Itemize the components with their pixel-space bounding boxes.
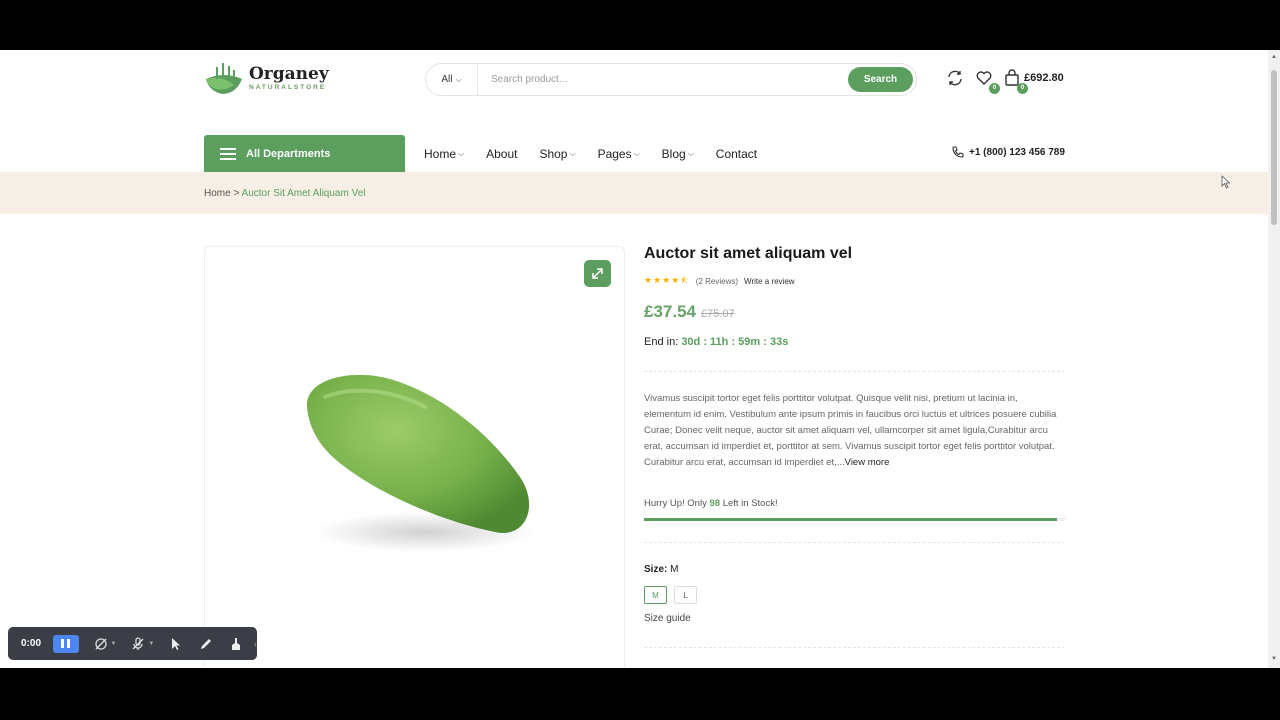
product-description: Vivamus suscipit tortor eget felis portt… xyxy=(644,391,1065,471)
cart-button[interactable]: 0 xyxy=(1003,69,1028,94)
wishlist-count-badge: 0 xyxy=(989,83,1000,94)
nav-item-home[interactable]: Home ⌵ xyxy=(424,147,464,161)
hamburger-menu-icon xyxy=(220,147,236,160)
chevron-down-icon: ⌵ xyxy=(458,148,465,158)
scroll-down-arrow-icon[interactable]: ▼ xyxy=(1271,656,1277,662)
nav-item-label: Blog xyxy=(661,146,686,161)
breadcrumb-separator: > xyxy=(233,188,240,199)
eraser-icon[interactable] xyxy=(228,636,244,652)
logo[interactable]: Organey NATURALSTORE xyxy=(204,61,329,95)
view-more-link[interactable]: View more xyxy=(845,457,890,468)
chevron-down-icon[interactable]: ▼ xyxy=(148,641,154,647)
chevron-down-icon: ⌵ xyxy=(687,148,694,158)
nav-item-blog[interactable]: Blog ⌵ xyxy=(662,147,694,161)
search-category-select[interactable]: All ⌵ xyxy=(426,64,478,95)
size-option-m[interactable]: M xyxy=(644,586,667,604)
size-guide-link[interactable]: Size guide xyxy=(644,613,691,624)
stock-suffix: Left in Stock! xyxy=(722,498,778,509)
phone-link[interactable]: +1 (800) 123 456 789 xyxy=(952,146,1065,158)
divider xyxy=(644,542,1065,543)
brand-name: Organey xyxy=(249,64,329,84)
review-count[interactable]: (2 Reviews) xyxy=(696,277,738,286)
stock-count: 98 xyxy=(709,498,721,509)
screen-recorder-toolbar: 0:00 ▼ ▼ ‹ xyxy=(8,627,257,660)
nav-item-label: About xyxy=(486,146,518,161)
breadcrumb-current: Auctor Sit Amet Aliquam Vel xyxy=(241,188,366,199)
pause-button[interactable] xyxy=(52,634,79,653)
scroll-up-arrow-icon[interactable]: ▲ xyxy=(1271,54,1277,60)
star-rating-icon: ★★★★⯪ xyxy=(644,275,690,285)
nav-item-label: Home xyxy=(424,146,457,161)
breadcrumb-bar: Home > Auctor Sit Amet Aliquam Vel xyxy=(0,172,1268,214)
size-label-text: Size: xyxy=(644,564,668,575)
pointer-icon[interactable] xyxy=(168,636,184,652)
product-rating: ★★★★⯪ (2 Reviews) Write a review xyxy=(644,273,795,289)
expand-icon xyxy=(592,268,603,279)
camera-off-icon[interactable] xyxy=(93,636,109,652)
product-price: £37.54 £75.07 xyxy=(644,302,735,322)
nav-item-shop[interactable]: Shop ⌵ xyxy=(539,147,575,161)
size-label: Size: M xyxy=(644,564,678,575)
chevron-down-icon: ⌵ xyxy=(633,148,640,158)
microphone-off-icon[interactable] xyxy=(130,636,146,652)
stock-progress-bar xyxy=(644,518,1065,521)
search-button[interactable]: Search xyxy=(848,67,913,92)
sale-price: £37.54 xyxy=(644,302,696,321)
brand-tagline: NATURALSTORE xyxy=(249,84,327,91)
size-selected-value: M xyxy=(670,564,679,575)
nav-item-contact[interactable]: Contact xyxy=(716,147,757,161)
all-departments-button[interactable]: All Departments xyxy=(204,135,405,172)
all-departments-label: All Departments xyxy=(246,147,331,160)
breadcrumb-home[interactable]: Home xyxy=(204,188,231,199)
countdown-label: End in: xyxy=(644,336,679,348)
nav-item-label: Pages xyxy=(597,146,632,161)
wishlist-button[interactable]: 0 xyxy=(975,69,1000,94)
zoom-button[interactable] xyxy=(584,260,611,287)
stock-progress-fill xyxy=(644,518,1057,521)
phone-number: +1 (800) 123 456 789 xyxy=(969,146,1065,158)
stock-notice: Hurry Up! Only 98 Left in Stock! xyxy=(644,498,778,509)
collapse-chevron-icon[interactable]: ‹ xyxy=(254,639,257,649)
divider xyxy=(644,371,1065,372)
divider xyxy=(644,647,1065,648)
nav-item-label: Shop xyxy=(539,146,568,161)
breadcrumb: Home > Auctor Sit Amet Aliquam Vel xyxy=(204,188,366,199)
main-navigation: All Departments Home ⌵ About Shop ⌵ Pages ⌵… xyxy=(0,135,1268,172)
stock-prefix: Hurry Up! Only xyxy=(644,498,707,509)
mouse-cursor-icon xyxy=(1221,175,1231,189)
chevron-down-icon[interactable]: ▼ xyxy=(111,641,117,647)
chevron-down-icon: ⌵ xyxy=(455,74,462,84)
scrollbar-thumb[interactable] xyxy=(1271,70,1277,225)
chevron-down-icon: ⌵ xyxy=(569,148,576,158)
product-title: Auctor sit amet aliquam vel xyxy=(644,245,853,262)
original-price: £75.07 xyxy=(701,308,735,320)
product-gallery xyxy=(204,246,625,668)
pen-icon[interactable] xyxy=(198,636,214,652)
sale-countdown: End in: 30d : 11h : 59m : 33s xyxy=(644,336,788,348)
page-scrollbar[interactable]: ▲ ▼ xyxy=(1268,50,1280,668)
browser-viewport: Organey NATURALSTORE All ⌵ Search 0 xyxy=(0,50,1280,668)
nav-item-pages[interactable]: Pages ⌵ xyxy=(598,147,640,161)
nav-item-label: Contact xyxy=(715,146,758,161)
menu-bar: Home ⌵ About Shop ⌵ Pages ⌵ Blog ⌵ Contact xyxy=(424,135,779,172)
cart-total[interactable]: £692.80 xyxy=(1024,72,1064,84)
site-header: Organey NATURALSTORE All ⌵ Search 0 xyxy=(0,50,1268,118)
logo-text: Organey NATURALSTORE xyxy=(249,65,329,91)
search-category-label: All xyxy=(441,74,453,85)
product-image[interactable] xyxy=(295,367,540,567)
phone-icon xyxy=(952,146,964,158)
size-options: M L xyxy=(644,586,697,604)
search-bar: All ⌵ Search xyxy=(425,63,917,96)
countdown-timer: 30d : 11h : 59m : 33s xyxy=(681,336,789,348)
write-review-link[interactable]: Write a review xyxy=(744,277,795,286)
size-option-l[interactable]: L xyxy=(674,586,697,604)
logo-leaf-icon xyxy=(204,61,244,95)
nav-item-about[interactable]: About xyxy=(486,147,517,161)
refresh-icon[interactable] xyxy=(946,69,966,89)
recording-timer: 0:00 xyxy=(21,638,42,649)
cart-count-badge: 0 xyxy=(1017,83,1028,94)
